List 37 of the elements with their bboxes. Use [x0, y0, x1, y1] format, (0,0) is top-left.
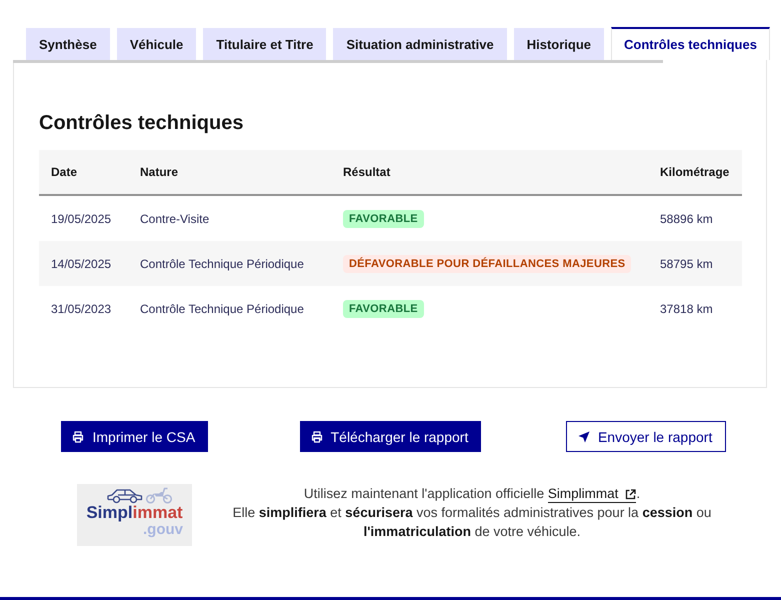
mileage-value: 37818 km	[660, 302, 713, 316]
simplimmat-link[interactable]: Simplimmat	[548, 486, 636, 503]
tab[interactable]: Contrôles techniques	[611, 27, 770, 60]
column-header: Nature	[140, 165, 178, 179]
logo-wordmark: Simplimmat	[86, 504, 183, 522]
send-button[interactable]: Envoyer le rapport	[566, 421, 726, 452]
inspection-date: 31/05/2023	[51, 302, 112, 316]
promo-description: Elle simplifiera et sécurisera vos formalités administratives pour la cession ou l'immatriculation de votre véhicule.	[232, 504, 712, 541]
print-button[interactable]: Télécharger le rapport	[300, 421, 482, 452]
inspection-date: 14/05/2025	[51, 256, 112, 270]
promo-intro: Utilisez maintenant l'application officielle Simplimmat .	[302, 485, 642, 503]
tab[interactable]: Véhicule	[116, 28, 196, 60]
logo-domain: .gouv	[143, 522, 183, 538]
column-header: Kilométrage	[660, 165, 730, 179]
tab[interactable]: Synthèse	[26, 28, 110, 60]
tab[interactable]: Titulaire et Titre	[203, 28, 326, 60]
inspection-date: 19/05/2025	[51, 212, 112, 226]
send-icon	[578, 430, 590, 442]
car-icon	[106, 487, 144, 504]
external-link-icon	[625, 488, 636, 500]
tab[interactable]: Situation administrative	[333, 28, 507, 60]
result-badge: FAVORABLE	[343, 210, 424, 228]
printer-icon	[310, 430, 323, 442]
motorbike-icon	[145, 487, 173, 504]
section-title: Contrôles techniques	[39, 111, 244, 136]
mileage-value: 58896 km	[660, 212, 713, 226]
result-badge: FAVORABLE	[343, 300, 424, 318]
inspection-type: Contre-Visite	[140, 212, 210, 226]
result-badge: DÉFAVORABLE POUR DÉFAILLANCES MAJEURES	[343, 254, 632, 272]
mileage-value: 58795 km	[660, 256, 713, 270]
column-header: Résultat	[343, 165, 390, 179]
column-header: Date	[51, 165, 78, 179]
inspection-type: Contrôle Technique Périodique	[140, 302, 304, 316]
print-button[interactable]: Imprimer le CSA	[61, 421, 208, 452]
tab[interactable]: Historique	[514, 28, 604, 60]
printer-icon	[72, 430, 84, 442]
inspection-type: Contrôle Technique Périodique	[140, 256, 304, 270]
